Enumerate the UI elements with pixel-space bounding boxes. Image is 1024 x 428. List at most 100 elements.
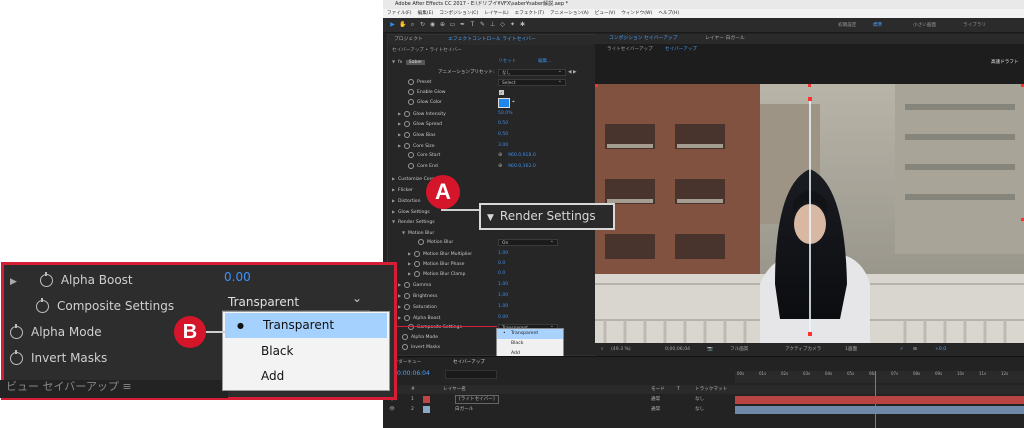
menu-file[interactable]: ファイル(F)	[387, 9, 412, 18]
visibility-eye-icon[interactable]: 👁	[389, 405, 395, 414]
stopwatch-icon[interactable]	[408, 162, 414, 169]
group-distortion[interactable]: ▶ Distortion	[392, 196, 421, 205]
menu-layer[interactable]: レイヤー(L)	[484, 9, 508, 18]
glow-bias-value[interactable]: 0.50	[498, 130, 508, 139]
expand-triangle-icon[interactable]: ▶	[10, 269, 24, 295]
stopwatch-icon[interactable]	[404, 142, 410, 149]
tab-layer[interactable]: レイヤー 白ガール	[705, 34, 745, 44]
crosshair-icon[interactable]: ⊕	[498, 152, 502, 158]
motion-blur-multiplier-value[interactable]: 1.00	[498, 249, 508, 258]
stopwatch-icon[interactable]	[414, 270, 420, 277]
magnification-value[interactable]: (49.3 %)	[611, 343, 631, 356]
menu-edit[interactable]: 編集(E)	[418, 9, 434, 18]
stopwatch-icon[interactable]	[10, 324, 23, 339]
layer-2-mode[interactable]: 通常	[651, 405, 660, 414]
stopwatch-icon[interactable]	[10, 350, 23, 365]
enable-glow-checkbox[interactable]: ✓	[499, 90, 504, 95]
tab-effect-controls[interactable]: エフェクトコントロール ライトセイバー	[448, 35, 536, 45]
preset-nav-arrows-icon[interactable]: ◀ ▶	[568, 68, 577, 77]
stopwatch-icon[interactable]	[404, 314, 410, 321]
brush-tool-icon[interactable]: ✎	[479, 21, 486, 28]
puppet-tool-icon[interactable]: ✱	[519, 21, 526, 28]
animation-preset-dropdown[interactable]: なし	[498, 68, 566, 76]
tab-timeline-comp[interactable]: セイバーアップ	[453, 358, 485, 367]
collapse-triangle-icon[interactable]: ▼	[392, 57, 398, 66]
workspace-standard[interactable]: 標準	[873, 22, 882, 28]
saturation-value[interactable]: 1.00	[498, 302, 508, 311]
hand-tool-icon[interactable]: ✋	[399, 21, 406, 28]
core-end-value[interactable]: 960.0,162.0	[508, 162, 536, 171]
stopwatch-icon[interactable]	[418, 238, 424, 245]
crosshair-icon[interactable]: ⊕	[498, 163, 502, 169]
group-flicker[interactable]: ▶ Flicker	[392, 185, 413, 194]
stopwatch-icon[interactable]	[404, 292, 410, 299]
alpha-boost-value[interactable]: 0.00	[498, 313, 508, 322]
eyedropper-icon[interactable]: ⌖	[512, 99, 515, 105]
layer-1-name[interactable]: [ライトセイバー]	[455, 395, 499, 404]
eraser-tool-icon[interactable]: ◇	[499, 21, 506, 28]
type-tool-icon[interactable]: T	[469, 21, 476, 28]
menu-view[interactable]: ビュー(V)	[595, 9, 616, 18]
exposure-value[interactable]: +0.0	[935, 343, 946, 356]
tab-composition[interactable]: コンポジション セイバーアップ	[609, 34, 677, 44]
snapshot-icon[interactable]: 📷	[707, 343, 713, 356]
brightness-value[interactable]: 1.00	[498, 291, 508, 300]
pan-behind-tool-icon[interactable]: ⊕	[439, 21, 446, 28]
pen-tool-icon[interactable]: ✒	[459, 21, 466, 28]
motion-blur-phase-value[interactable]: 0.0	[498, 259, 505, 268]
grid-icon[interactable]: ⊞	[913, 343, 917, 356]
motion-blur-dropdown[interactable]: On	[498, 238, 558, 246]
workspace-default[interactable]: 初期設定	[838, 22, 856, 28]
option-transparent[interactable]: Transparent	[225, 313, 387, 338]
menu-effect[interactable]: エフェクト(T)	[515, 9, 544, 18]
stopwatch-icon[interactable]	[404, 303, 410, 310]
timeline-timecode[interactable]: 0:00:06:04	[397, 369, 430, 378]
motion-blur-clamp-value[interactable]: 0.0	[498, 269, 505, 278]
option-black-small[interactable]: Black	[497, 339, 563, 349]
quality-dropdown[interactable]: フル画質	[730, 343, 748, 356]
group-render-settings[interactable]: ▼ Render Settings	[392, 217, 435, 226]
stopwatch-icon[interactable]	[408, 88, 414, 95]
reset-link[interactable]: リセット	[498, 57, 516, 66]
core-size-value[interactable]: 3.00	[498, 141, 508, 150]
rotate-tool-icon[interactable]: ↻	[419, 21, 426, 28]
time-ruler[interactable]: 00s 01s 02s 03s 04s 05s 06s 07s 08s 09s …	[735, 371, 1024, 383]
stopwatch-icon[interactable]	[36, 298, 49, 313]
stopwatch-icon[interactable]	[414, 260, 420, 267]
glow-color-swatch[interactable]	[498, 98, 510, 108]
stopwatch-icon[interactable]	[404, 281, 410, 288]
magnification-icon[interactable]: ⌕	[601, 343, 604, 356]
layer-2-duration-bar[interactable]	[735, 406, 1024, 414]
selection-tool-icon[interactable]: ▶	[389, 21, 396, 28]
edit-link[interactable]: 編集...	[538, 57, 552, 66]
zoom-tool-icon[interactable]: ⌕	[409, 21, 416, 28]
group-glow-settings[interactable]: ▶ Glow Settings	[392, 207, 430, 216]
stopwatch-icon[interactable]	[414, 250, 420, 257]
menu-help[interactable]: ヘルプ(H)	[658, 9, 679, 18]
fast-preview-icon[interactable]: ⚡	[900, 343, 903, 356]
zoom-alpha-boost-value[interactable]: 0.00	[224, 270, 251, 284]
zoom-composite-dropdown[interactable]: Transparent	[222, 289, 370, 311]
views-dropdown[interactable]: 1画面	[845, 343, 857, 356]
stopwatch-icon[interactable]	[408, 98, 414, 105]
option-black[interactable]: Black	[223, 339, 389, 364]
preset-dropdown[interactable]: Select	[498, 78, 566, 86]
glow-intensity-value[interactable]: 50.0%	[498, 109, 513, 118]
viewer-breadcrumb-2[interactable]: セイバーアップ	[665, 45, 697, 54]
menu-window[interactable]: ウィンドウ(W)	[621, 9, 652, 18]
layer-2-matte[interactable]: なし	[695, 405, 704, 414]
stopwatch-icon[interactable]	[408, 78, 414, 85]
timeline-search-field[interactable]	[445, 370, 497, 379]
layer-1-matte[interactable]: なし	[695, 395, 704, 404]
layer-1-mode[interactable]: 通常	[651, 395, 660, 404]
core-start-value[interactable]: 960.0,918.0	[508, 151, 536, 160]
roto-tool-icon[interactable]: ✦	[509, 21, 516, 28]
workspace-small-screen[interactable]: 小さい画面	[913, 22, 936, 28]
layer-2-label-color[interactable]	[423, 406, 430, 413]
option-add[interactable]: Add	[223, 364, 389, 389]
stopwatch-icon[interactable]	[39, 272, 53, 287]
stopwatch-icon[interactable]	[404, 131, 410, 138]
viewer-breadcrumb-1[interactable]: ライトセイバーアップ	[607, 45, 653, 54]
group-motion-blur[interactable]: ▼ Motion Blur	[402, 228, 434, 237]
workspace-library[interactable]: ライブラリ	[963, 22, 986, 28]
